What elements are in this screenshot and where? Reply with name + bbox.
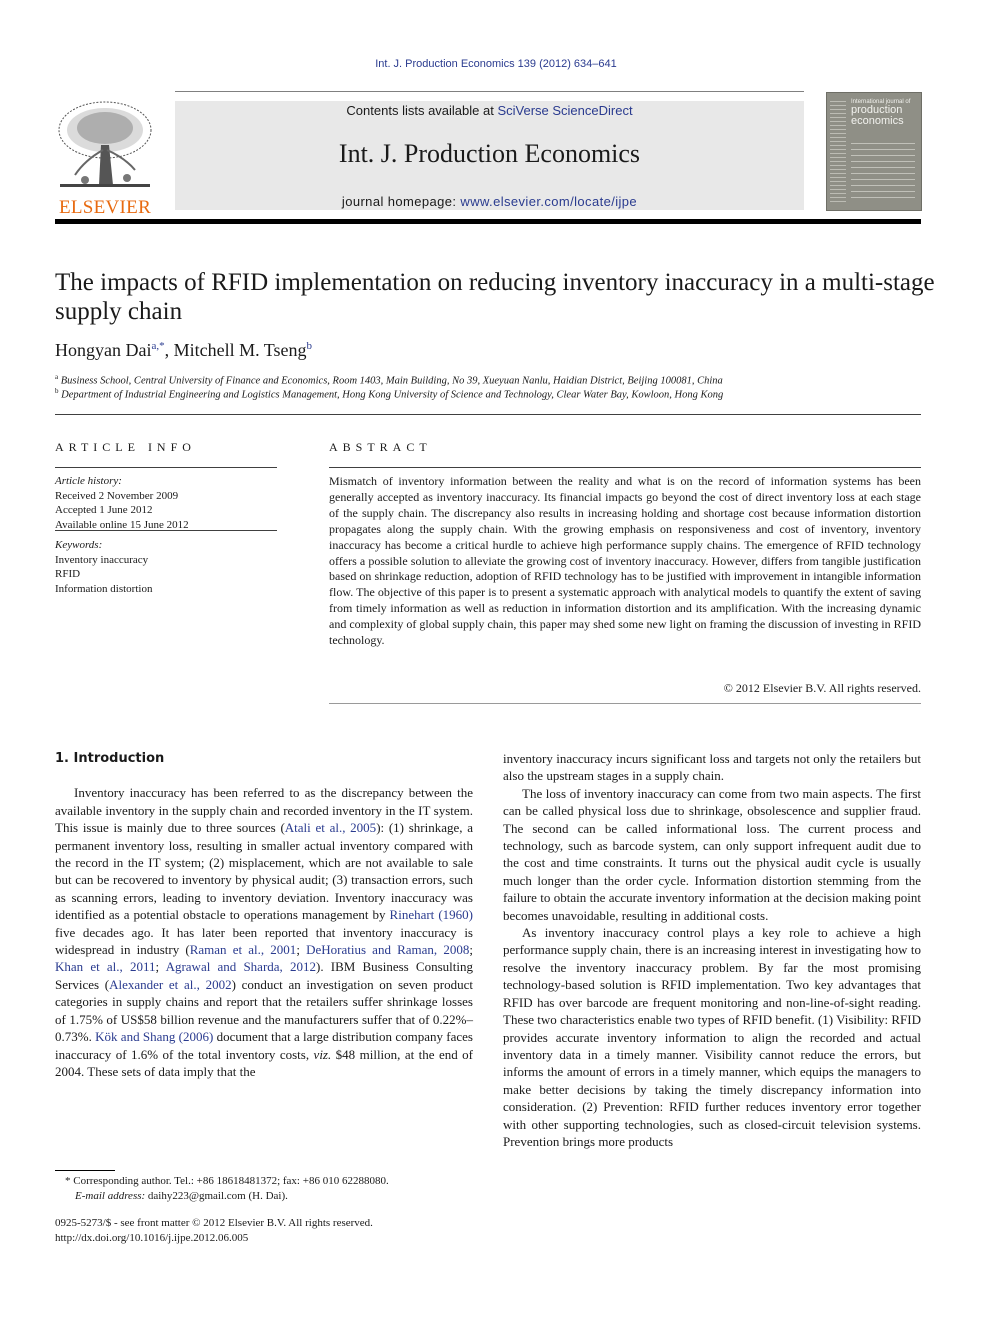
cover-title: International journal of production econ…: [851, 99, 910, 127]
citation-link[interactable]: Agrawal and Sharda, 2012: [166, 959, 316, 974]
body-paragraph: The loss of inventory inaccuracy can com…: [503, 785, 921, 923]
article-info-rule: [55, 530, 277, 531]
author-affiliation-mark[interactable]: b: [307, 340, 313, 352]
keyword-item: Inventory inaccuracy: [55, 553, 149, 566]
sciencedirect-link[interactable]: SciVerse ScienceDirect: [497, 103, 632, 118]
title-block-rule: [55, 414, 921, 415]
homepage-prefix: journal homepage:: [341, 194, 461, 209]
citation-link[interactable]: Khan et al., 2011: [55, 959, 155, 974]
article-history-label: Article history:: [55, 475, 122, 487]
cover-contents-decoration: [851, 143, 915, 203]
corresponding-author-footnote: * Corresponding author. Tel.: +86 186184…: [55, 1174, 495, 1203]
top-rule: [175, 91, 804, 92]
body-paragraph: As inventory inaccuracy control plays a …: [503, 925, 921, 1149]
body-text-italic: viz.: [313, 1046, 332, 1062]
contents-prefix: Contents lists available at: [346, 103, 498, 118]
email-line: E-mail address: daihy223@gmail.com (H. D…: [55, 1189, 495, 1204]
body-text: ;: [155, 959, 166, 975]
issn-line: 0925-5273/$ - see front matter © 2012 El…: [55, 1217, 373, 1229]
author-name: Mitchell M. Tseng: [173, 340, 307, 360]
citation-link[interactable]: Alexander et al., 2002: [109, 977, 232, 992]
footnote-rule: [55, 1170, 115, 1171]
front-matter-info: 0925-5273/$ - see front matter © 2012 El…: [55, 1216, 373, 1245]
journal-reference-link[interactable]: Int. J. Production Economics 139 (2012) …: [375, 58, 617, 70]
contents-line: Contents lists available at SciVerse Sci…: [175, 103, 804, 118]
article-info-heading: ARTICLE INFO: [55, 440, 196, 454]
abstract-heading: ABSTRACT: [329, 440, 432, 454]
abstract-copyright: © 2012 Elsevier B.V. All rights reserved…: [723, 681, 921, 695]
body-paragraph: inventory inaccuracy incurs significant …: [503, 751, 921, 784]
affiliation-text: Department of Industrial Engineering and…: [61, 389, 724, 401]
header-thick-rule: [55, 219, 921, 224]
email-value[interactable]: daihy223@gmail.com (H. Dai).: [145, 1190, 288, 1202]
journal-homepage-link[interactable]: www.elsevier.com/locate/ijpe: [460, 194, 637, 209]
article-history: Article history: Received 2 November 200…: [55, 474, 277, 532]
elsevier-tree-icon: [55, 100, 155, 190]
abstract-text: Mismatch of inventory information betwee…: [329, 474, 921, 648]
intro-paragraph: Inventory inaccuracy has been referred t…: [55, 784, 473, 1080]
keywords: Keywords: Inventory inaccuracy RFID Info…: [55, 538, 277, 596]
elsevier-logo: ELSEVIER: [55, 100, 155, 218]
article-info-rule: [55, 467, 277, 468]
affiliation-b: b Department of Industrial Engineering a…: [55, 387, 723, 401]
cover-sidebar-decoration: [830, 101, 846, 205]
section-heading-introduction: 1. Introduction: [55, 751, 165, 766]
body-text: ;: [296, 942, 307, 958]
citation-link[interactable]: Atali et al., 2005: [285, 820, 376, 835]
author-affiliation-mark[interactable]: a,*: [151, 340, 164, 352]
journal-masthead: Contents lists available at SciVerse Sci…: [175, 101, 804, 210]
history-accepted: Accepted 1 June 2012: [55, 504, 153, 516]
citation-link[interactable]: Raman et al., 2001: [190, 942, 297, 957]
body-text: ;: [469, 942, 473, 958]
corresponding-author-line: * Corresponding author. Tel.: +86 186184…: [65, 1175, 389, 1187]
affiliation-text: Business School, Central University of F…: [60, 375, 723, 387]
affiliation-a: a Business School, Central University of…: [55, 373, 723, 387]
body-column-left: 1. Introduction Inventory inaccuracy has…: [55, 750, 473, 1080]
body-column-right: inventory inaccuracy incurs significant …: [503, 750, 921, 1150]
citation-link[interactable]: Rinehart (1960): [390, 907, 473, 922]
cover-title-line2: economics: [851, 115, 904, 127]
citation-link[interactable]: DeHoratius and Raman, 2008: [306, 942, 469, 957]
abstract-bottom-rule: [329, 703, 921, 704]
paper-title: The impacts of RFID implementation on re…: [55, 269, 935, 325]
keywords-label: Keywords:: [55, 539, 103, 551]
journal-title: Int. J. Production Economics: [338, 139, 641, 168]
journal-cover-thumbnail[interactable]: International journal of production econ…: [826, 92, 922, 211]
citation-link[interactable]: Kök and Shang (2006): [95, 1029, 213, 1044]
affiliation-mark: b: [55, 387, 59, 395]
elsevier-wordmark: ELSEVIER: [58, 197, 152, 218]
keyword-item: RFID: [55, 568, 81, 580]
email-label: E-mail address:: [75, 1189, 146, 1202]
author-separator: ,: [164, 340, 174, 360]
keyword-item: Information distortion: [55, 582, 153, 595]
author-list: Hongyan Daia,*, Mitchell M. Tsengb: [55, 340, 312, 361]
doi-link[interactable]: http://dx.doi.org/10.1016/j.ijpe.2012.06…: [55, 1231, 373, 1246]
homepage-line: journal homepage: www.elsevier.com/locat…: [175, 194, 804, 209]
journal-reference[interactable]: Int. J. Production Economics 139 (2012) …: [0, 58, 992, 70]
abstract-rule: [329, 467, 921, 468]
history-received: Received 2 November 2009: [55, 489, 179, 502]
affiliation-mark: a: [55, 373, 59, 381]
author-name: Hongyan Dai: [55, 340, 152, 360]
